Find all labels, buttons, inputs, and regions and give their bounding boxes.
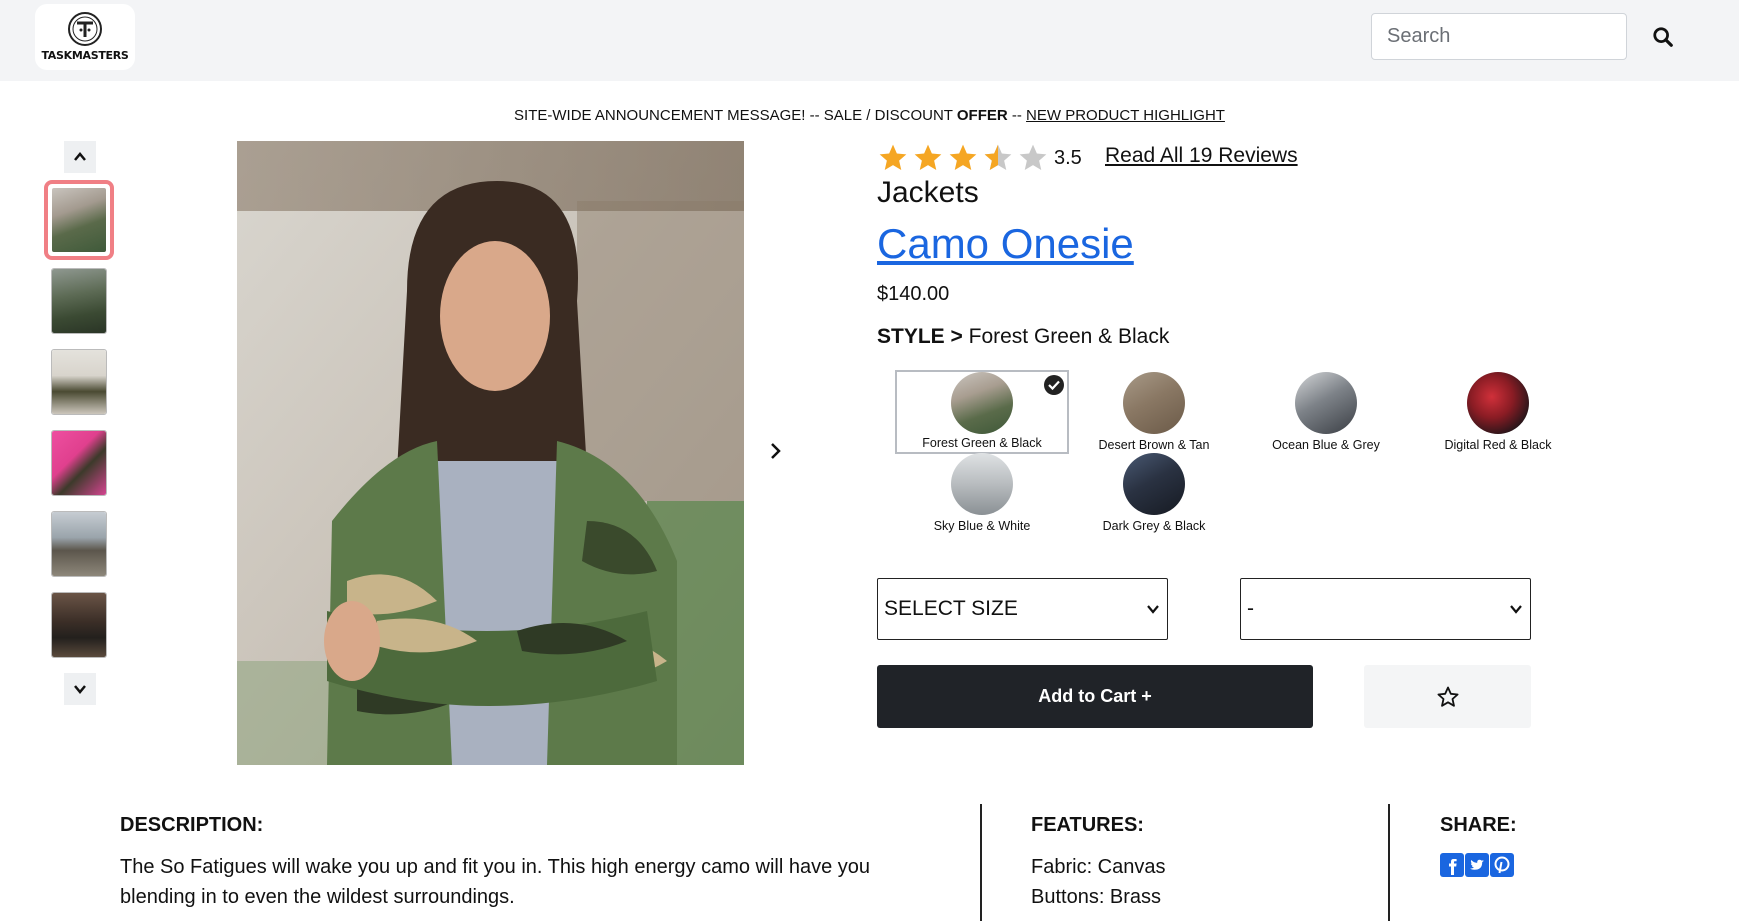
size-select[interactable]: SELECT SIZE <box>877 578 1168 640</box>
swatch-image <box>951 453 1013 515</box>
style-swatch-forest-green[interactable]: Forest Green & Black <box>895 370 1069 454</box>
star-outline-icon <box>1437 686 1458 707</box>
chevron-right-icon <box>771 443 781 459</box>
star-half-icon <box>984 144 1012 170</box>
announcement-link[interactable]: NEW PRODUCT HIGHLIGHT <box>1026 107 1225 124</box>
description-line: blending in to even the wildest surround… <box>120 886 515 908</box>
quantity-select[interactable]: - <box>1240 578 1531 640</box>
product-main-image <box>237 141 744 765</box>
next-image-button[interactable] <box>764 436 788 466</box>
check-icon <box>1044 375 1064 395</box>
site-header: TASKMASTERS <box>0 0 1739 81</box>
chevron-down-icon <box>1510 605 1522 614</box>
swatch-image <box>1123 453 1185 515</box>
thumbnail-5[interactable] <box>51 511 107 577</box>
chevron-down-icon <box>74 685 86 694</box>
favorite-button[interactable] <box>1364 665 1531 728</box>
size-select-value: SELECT SIZE <box>884 597 1018 620</box>
logo-icon <box>68 12 102 46</box>
swatch-label: Ocean Blue & Grey <box>1272 438 1380 452</box>
search-button[interactable] <box>1648 22 1678 52</box>
swatch-label: Digital Red & Black <box>1444 438 1552 452</box>
star-full-icon <box>949 144 977 170</box>
rating-stars: 3.5 <box>877 140 1082 176</box>
swatch-image <box>1295 372 1357 434</box>
style-swatch-sky-blue[interactable]: Sky Blue & White <box>895 453 1069 537</box>
star-full-icon <box>914 144 942 170</box>
thumbnail-4[interactable] <box>51 430 107 496</box>
share-heading: SHARE: <box>1440 814 1517 836</box>
pinterest-share-button[interactable] <box>1490 853 1514 877</box>
divider <box>980 804 982 921</box>
chevron-up-icon <box>74 152 86 161</box>
swatch-label: Forest Green & Black <box>922 436 1042 450</box>
feature-item: Fabric: Canvas <box>1031 856 1166 878</box>
style-label: STYLE > <box>877 325 963 348</box>
swatch-label: Desert Brown & Tan <box>1098 438 1210 452</box>
features-heading: FEATURES: <box>1031 814 1144 836</box>
announcement-offer: OFFER <box>956 107 1008 124</box>
read-reviews-link[interactable]: Read All 19 Reviews <box>1105 144 1298 168</box>
star-empty-icon <box>1019 144 1047 170</box>
facebook-icon <box>1440 853 1464 877</box>
search-input[interactable] <box>1371 13 1627 60</box>
description-heading: DESCRIPTION: <box>120 814 264 836</box>
announcement-separator: -- <box>1007 107 1027 124</box>
pinterest-icon <box>1490 853 1514 877</box>
thumbs-down-button[interactable] <box>64 673 96 705</box>
thumbnail-2[interactable] <box>51 268 107 334</box>
style-swatch-desert-brown[interactable]: Desert Brown & Tan <box>1067 372 1241 456</box>
swatch-image <box>951 372 1013 434</box>
product-category: Jackets <box>877 176 979 209</box>
style-value: Forest Green & Black <box>968 325 1170 348</box>
logo-text: TASKMASTERS <box>41 49 129 62</box>
chevron-down-icon <box>1147 605 1159 614</box>
product-price: $140.00 <box>877 283 950 305</box>
quantity-select-value: - <box>1247 597 1254 620</box>
product-title[interactable]: Camo Onesie <box>877 220 1134 268</box>
style-swatch-ocean-blue[interactable]: Ocean Blue & Grey <box>1239 372 1413 456</box>
style-swatch-digital-red[interactable]: Digital Red & Black <box>1411 372 1585 456</box>
thumbnail-3[interactable] <box>51 349 107 415</box>
announcement-text: SITE-WIDE ANNOUNCEMENT MESSAGE! -- SALE … <box>514 107 957 124</box>
announcement-bar: SITE-WIDE ANNOUNCEMENT MESSAGE! -- SALE … <box>0 107 1739 124</box>
facebook-share-button[interactable] <box>1440 853 1464 877</box>
description-line: The So Fatigues will wake you up and fit… <box>120 856 871 878</box>
style-swatch-dark-grey[interactable]: Dark Grey & Black <box>1067 453 1241 537</box>
star-full-icon <box>879 144 907 170</box>
feature-item: Buttons: Brass <box>1031 886 1162 908</box>
swatch-image <box>1123 372 1185 434</box>
swatch-image <box>1467 372 1529 434</box>
description-text: The So Fatigues will wake you up and fit… <box>120 852 870 912</box>
add-to-cart-button[interactable]: Add to Cart + <box>877 665 1313 728</box>
thumbnail-6[interactable] <box>51 592 107 658</box>
divider <box>1388 804 1390 921</box>
swatch-label: Sky Blue & White <box>933 519 1031 533</box>
thumbs-up-button[interactable] <box>64 141 96 173</box>
rating-value: 3.5 <box>1054 146 1082 169</box>
logo[interactable]: TASKMASTERS <box>35 4 135 70</box>
product-photo <box>237 141 744 765</box>
search-icon <box>1653 27 1673 47</box>
twitter-share-button[interactable] <box>1465 853 1489 877</box>
features-list: Fabric: Canvas Buttons: Brass <box>1031 852 1166 912</box>
twitter-icon <box>1465 853 1489 877</box>
style-selector-label: STYLE > Forest Green & Black <box>877 325 1169 349</box>
swatch-label: Dark Grey & Black <box>1102 519 1206 533</box>
share-icons <box>1440 853 1515 877</box>
thumbnail-1[interactable] <box>44 180 114 260</box>
